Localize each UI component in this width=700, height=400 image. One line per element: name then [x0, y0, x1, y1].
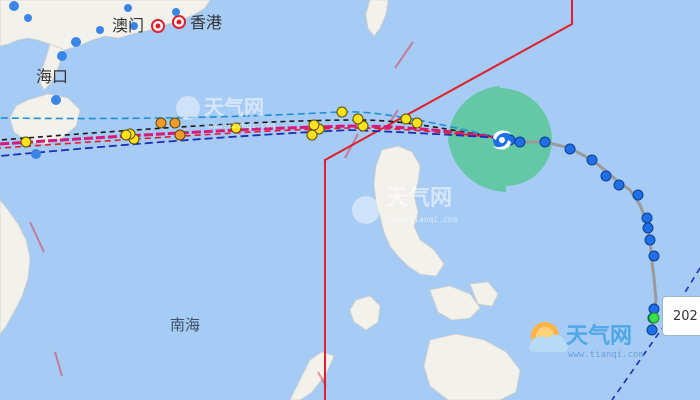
mindanao-island: [423, 333, 521, 400]
label-macau: 澳门: [112, 16, 144, 35]
tianqi-logo-icon: [528, 322, 569, 352]
tianqi-logo: 天气网 www.tianqi.com: [528, 322, 644, 360]
mindoro-island: [349, 295, 381, 331]
watermark-2: 天气网 www.tianqi.com: [352, 185, 458, 224]
taiwan-island: [365, 0, 389, 37]
track-info-tag[interactable]: 202: [662, 296, 700, 336]
city-marker-icon[interactable]: [151, 19, 165, 33]
label-hongkong: 香港: [190, 13, 222, 32]
current-position-green[interactable]: [648, 312, 660, 324]
palawan-island: [289, 351, 335, 400]
warning-line-48h-seg1: [394, 41, 414, 69]
warning-line-48h-seg3: [29, 221, 45, 253]
watermark-brand: 天气网: [386, 185, 452, 211]
warning-line-48h-seg4: [54, 351, 63, 377]
watermark-brand: 天气网: [204, 95, 264, 119]
luzon-island: [373, 145, 445, 277]
logo-brand: 天气网: [566, 323, 632, 349]
watermark-domain: www.tianqi.com: [208, 121, 276, 130]
vietnam-coast: [0, 199, 31, 335]
warning-line-48h-seg2: [344, 133, 359, 159]
logo-domain: www.tianqi.com: [568, 350, 644, 360]
typhoon-map[interactable]: 澳门 香港 海口 南海 天气网 www.tianqi.com 天气网 www.t…: [0, 0, 700, 400]
watermark-1: 天气网 www.tianqi.com: [176, 95, 276, 130]
city-marker-icon[interactable]: [172, 15, 186, 29]
label-south-sea: 南海: [170, 316, 200, 334]
label-haikou: 海口: [36, 67, 68, 86]
watermark-domain: www.tianqi.com: [390, 215, 458, 224]
